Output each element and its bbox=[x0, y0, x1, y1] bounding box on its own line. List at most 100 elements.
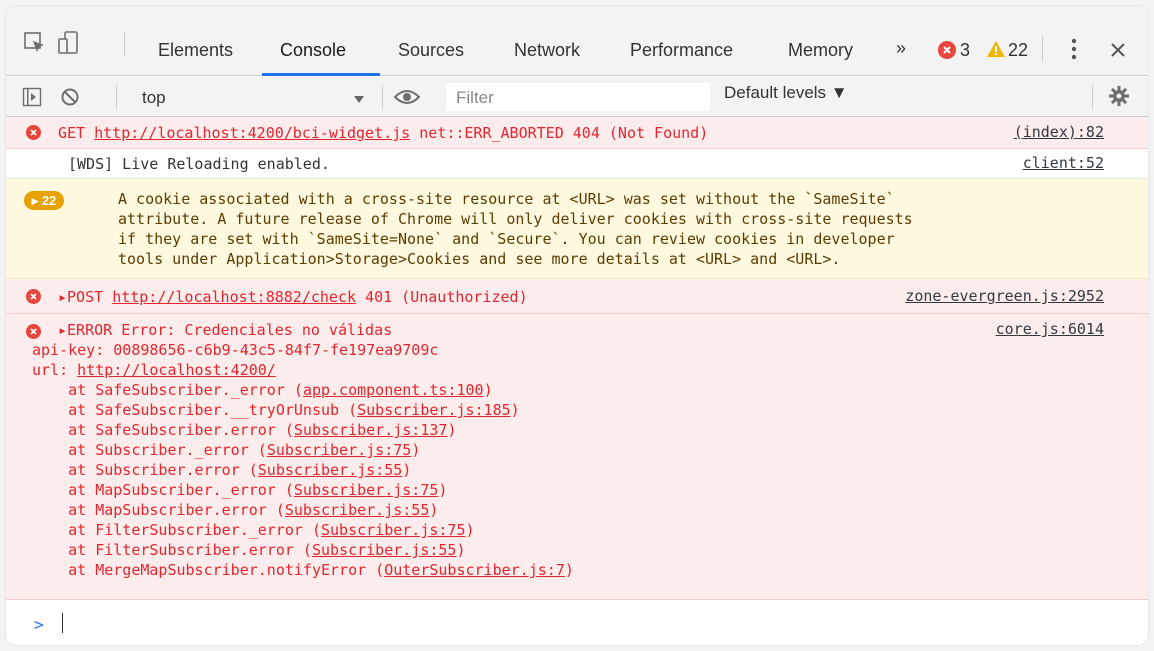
warning-text-line: tools under Application>Storage>Cookies … bbox=[118, 250, 841, 268]
warning-count[interactable]: 22 bbox=[1008, 40, 1028, 61]
more-tabs-button[interactable]: » bbox=[896, 38, 906, 59]
console-message-error-stack[interactable]: ▸ERROR Error: Credenciales no válidas co… bbox=[6, 314, 1148, 600]
source-link[interactable]: core.js:6014 bbox=[996, 320, 1104, 338]
tab-memory[interactable]: Memory bbox=[788, 40, 853, 61]
stack-frame: at Subscriber.error (Subscriber.js:55) bbox=[32, 460, 411, 480]
stack-frame: at SafeSubscriber.__tryOrUnsub (Subscrib… bbox=[32, 400, 520, 420]
gear-icon[interactable] bbox=[1108, 85, 1130, 112]
error-icon bbox=[26, 324, 41, 339]
stack-frame-file-link[interactable]: Subscriber.js:55 bbox=[312, 541, 457, 559]
source-link[interactable]: client:52 bbox=[1023, 154, 1104, 172]
stack-frame-close: ) bbox=[456, 541, 466, 559]
request-url-link[interactable]: http://localhost:8882/check bbox=[112, 288, 356, 306]
console-output: GET http://localhost:4200/bci-widget.js … bbox=[6, 117, 1148, 645]
warning-text-line: attribute. A future release of Chrome wi… bbox=[118, 210, 913, 228]
warning-repeat-count[interactable]: ▸ 22 bbox=[24, 191, 64, 210]
chevron-down-icon bbox=[354, 91, 364, 109]
stack-frame: at MapSubscriber.error (Subscriber.js:55… bbox=[32, 500, 438, 520]
error-header[interactable]: ▸ERROR Error: Credenciales no válidas bbox=[58, 320, 392, 340]
message-text: GET http://localhost:4200/bci-widget.js … bbox=[58, 123, 708, 143]
stack-frame-close: ) bbox=[465, 521, 475, 539]
kebab-menu-icon[interactable] bbox=[1070, 38, 1078, 65]
error-icon bbox=[938, 41, 956, 59]
warning-text-line: if they are set with `SameSite=None` and… bbox=[118, 230, 895, 248]
source-link[interactable]: zone-evergreen.js:2952 bbox=[905, 287, 1104, 305]
tab-sources[interactable]: Sources bbox=[398, 40, 464, 61]
request-url-link[interactable]: http://localhost:4200/bci-widget.js bbox=[94, 124, 410, 142]
devtools-tabbar: Elements Console Sources Network Perform… bbox=[6, 6, 1148, 76]
console-message-log[interactable]: [WDS] Live Reloading enabled. client:52 bbox=[6, 149, 1148, 179]
stack-frame-close: ) bbox=[483, 381, 493, 399]
stack-frame-function: at MapSubscriber._error ( bbox=[32, 481, 294, 499]
console-message-warning-group[interactable]: ▸ 22 A cookie associated with a cross-si… bbox=[6, 179, 1148, 279]
clear-console-icon[interactable] bbox=[60, 87, 80, 112]
stack-frame-close: ) bbox=[564, 561, 574, 579]
stack-frame: at SafeSubscriber._error (app.component.… bbox=[32, 380, 493, 400]
stack-frame-file-link[interactable]: app.component.ts:100 bbox=[303, 381, 484, 399]
filter-input[interactable]: Filter bbox=[446, 83, 710, 111]
stack-frame-close: ) bbox=[438, 481, 448, 499]
message-text: ▸POST http://localhost:8882/check 401 (U… bbox=[58, 287, 528, 307]
sidebar-toggle-icon[interactable] bbox=[22, 87, 42, 112]
context-select[interactable]: top bbox=[130, 83, 374, 111]
stack-frame-function: at SafeSubscriber.error ( bbox=[32, 421, 294, 439]
error-api-key: api-key: 00898656-c6b9-43c5-84f7-fe197ea… bbox=[32, 341, 439, 359]
stack-frame-file-link[interactable]: Subscriber.js:185 bbox=[357, 401, 511, 419]
request-method[interactable]: ▸POST bbox=[58, 288, 103, 306]
warning-text-line: A cookie associated with a cross-site re… bbox=[118, 190, 895, 208]
stack-frame-function: at Subscriber.error ( bbox=[32, 461, 258, 479]
stack-frame-function: at Subscriber._error ( bbox=[32, 441, 267, 459]
request-method: GET bbox=[58, 124, 86, 142]
live-expression-eye-icon[interactable] bbox=[393, 87, 421, 112]
tab-elements[interactable]: Elements bbox=[158, 40, 233, 61]
toolbar-divider bbox=[1042, 36, 1043, 62]
stack-frame-file-link[interactable]: OuterSubscriber.js:7 bbox=[384, 561, 565, 579]
stack-frame-close: ) bbox=[402, 461, 412, 479]
stack-frame-file-link[interactable]: Subscriber.js:75 bbox=[321, 521, 466, 539]
error-count[interactable]: 3 bbox=[960, 40, 970, 61]
stack-frame-file-link[interactable]: Subscriber.js:75 bbox=[267, 441, 412, 459]
tab-console[interactable]: Console bbox=[280, 40, 346, 61]
stack-frame-file-link[interactable]: Subscriber.js:137 bbox=[294, 421, 448, 439]
stack-frame-file-link[interactable]: Subscriber.js:55 bbox=[258, 461, 403, 479]
warning-repeat-value: 22 bbox=[41, 193, 57, 208]
stack-frame-close: ) bbox=[429, 501, 439, 519]
filter-placeholder: Filter bbox=[456, 88, 494, 107]
stack-frame: at FilterSubscriber._error (Subscriber.j… bbox=[32, 520, 475, 540]
stack-frame-function: at FilterSubscriber.error ( bbox=[32, 541, 312, 559]
error-url-label: url: bbox=[32, 361, 78, 379]
close-icon[interactable] bbox=[1110, 42, 1126, 63]
tab-performance[interactable]: Performance bbox=[630, 40, 733, 61]
context-select-value: top bbox=[142, 88, 166, 107]
log-levels-dropdown[interactable]: Default levels ▼ bbox=[724, 83, 848, 103]
stack-frame-function: at FilterSubscriber._error ( bbox=[32, 521, 321, 539]
stack-frame: at FilterSubscriber.error (Subscriber.js… bbox=[32, 540, 466, 560]
message-text: [WDS] Live Reloading enabled. bbox=[68, 155, 330, 173]
stack-frame: at SafeSubscriber.error (Subscriber.js:1… bbox=[32, 420, 456, 440]
warning-icon bbox=[986, 40, 1006, 63]
request-status: net::ERR_ABORTED 404 (Not Found) bbox=[419, 124, 709, 142]
stack-frame: at MapSubscriber._error (Subscriber.js:7… bbox=[32, 480, 447, 500]
error-url-link[interactable]: http://localhost:4200/ bbox=[77, 361, 276, 379]
request-status: 401 (Unauthorized) bbox=[365, 288, 528, 306]
devtools-window: Elements Console Sources Network Perform… bbox=[6, 6, 1148, 645]
source-link[interactable]: (index):82 bbox=[1014, 123, 1104, 141]
device-toolbar-icon[interactable] bbox=[56, 30, 82, 56]
tab-network[interactable]: Network bbox=[514, 40, 580, 61]
toolbar-divider bbox=[382, 85, 383, 109]
stack-frame: at Subscriber._error (Subscriber.js:75) bbox=[32, 440, 420, 460]
console-message-error[interactable]: ▸POST http://localhost:8882/check 401 (U… bbox=[6, 279, 1148, 314]
error-icon bbox=[26, 289, 41, 304]
console-message-error[interactable]: GET http://localhost:4200/bci-widget.js … bbox=[6, 117, 1148, 149]
stack-frame-close: ) bbox=[411, 441, 421, 459]
inspect-element-icon[interactable] bbox=[22, 30, 48, 56]
active-tab-indicator bbox=[262, 73, 380, 76]
stack-frame-function: at SafeSubscriber.__tryOrUnsub ( bbox=[32, 401, 358, 419]
console-input[interactable] bbox=[62, 613, 63, 633]
stack-frame-file-link[interactable]: Subscriber.js:55 bbox=[285, 501, 430, 519]
stack-frame-function: at MapSubscriber.error ( bbox=[32, 501, 285, 519]
stack-frame-close: ) bbox=[447, 421, 457, 439]
error-url-line: url: http://localhost:4200/ bbox=[32, 360, 276, 380]
stack-frame-file-link[interactable]: Subscriber.js:75 bbox=[294, 481, 439, 499]
error-icon bbox=[26, 125, 41, 140]
